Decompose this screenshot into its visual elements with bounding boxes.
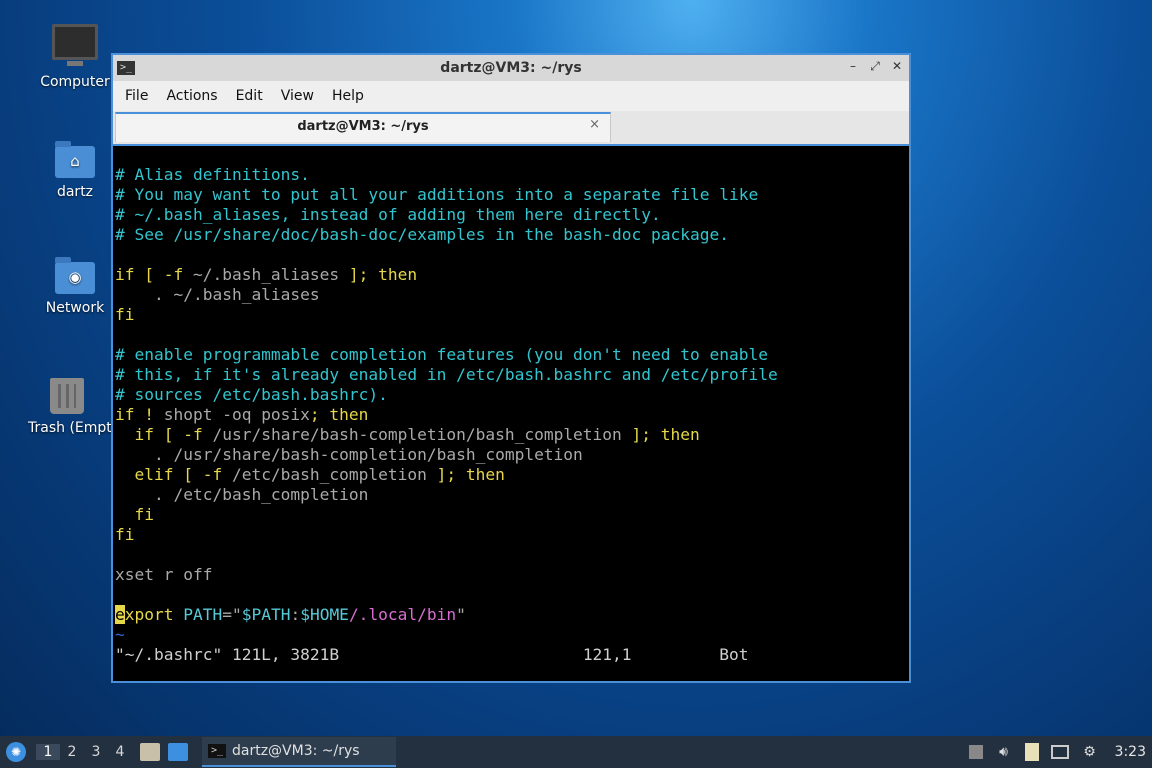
- code-line: . /etc/bash_completion: [115, 485, 369, 504]
- desktop-icon-label: Network: [45, 300, 105, 316]
- code-keyword: fi: [115, 525, 135, 544]
- code-line: # this, if it's already enabled in /etc/…: [115, 365, 778, 384]
- upload-tray-icon[interactable]: [968, 745, 983, 759]
- minimize-button[interactable]: –: [845, 59, 861, 74]
- desktop-icon-computer[interactable]: Computer: [27, 24, 123, 90]
- workspace-1[interactable]: 1: [36, 744, 60, 760]
- code-variable: $HOME: [300, 605, 349, 624]
- notification-icon[interactable]: ⚙︎: [1081, 744, 1099, 760]
- desktop-icon-label: dartz: [56, 184, 94, 200]
- show-desktop-icon[interactable]: [168, 743, 188, 761]
- code-line: # Alias definitions.: [115, 165, 310, 184]
- start-menu-icon[interactable]: ✺: [6, 742, 26, 762]
- code-keyword: ; then: [309, 405, 369, 424]
- desktop-icon-network[interactable]: ◉ Network: [27, 257, 123, 316]
- code-text: ": [456, 605, 466, 624]
- tab-close-icon[interactable]: ×: [589, 117, 600, 132]
- desktop-icon-home[interactable]: ⌂ dartz: [27, 141, 123, 200]
- maximize-button[interactable]: ⤢: [867, 59, 883, 74]
- workspace-4[interactable]: 4: [108, 744, 132, 760]
- code-text: shopt -oq posix: [163, 405, 310, 424]
- code-keyword: elif [ -f: [115, 465, 232, 484]
- code-text: /etc/bash_completion: [231, 465, 427, 484]
- code-line: # You may want to put all your additions…: [115, 185, 759, 204]
- taskbar-task-terminal[interactable]: >_ dartz@VM3: ~/rys: [202, 737, 396, 767]
- window-title: dartz@VM3: ~/rys: [440, 60, 582, 76]
- network-icon[interactable]: [1050, 745, 1069, 759]
- terminal-text: # Alias definitions. # You may want to p…: [113, 146, 909, 665]
- system-tray: 🔊︎ ⚙︎ 3:23: [968, 736, 1146, 768]
- terminal-content[interactable]: # Alias definitions. # You may want to p…: [113, 144, 909, 681]
- code-keyword: ]; then: [426, 465, 505, 484]
- menu-help[interactable]: Help: [323, 88, 373, 104]
- clock[interactable]: 3:23: [1115, 744, 1146, 760]
- code-text: ~/.bash_aliases: [192, 265, 340, 284]
- tab-terminal[interactable]: dartz@VM3: ~/rys ×: [115, 112, 611, 142]
- code-keyword: if [ -f: [115, 265, 193, 284]
- terminal-window[interactable]: >_ dartz@VM3: ~/rys – ⤢ ✕ File Actions E…: [111, 53, 911, 683]
- vim-status-scroll: Bot: [719, 645, 749, 664]
- workspace-2[interactable]: 2: [60, 744, 84, 760]
- code-keyword: fi: [115, 505, 154, 524]
- code-text: /usr/share/bash-completion/bash_completi…: [212, 425, 622, 444]
- code-line: # ~/.bash_aliases, instead of adding the…: [115, 205, 661, 224]
- code-keyword: ]; then: [339, 265, 418, 284]
- code-keyword: if [ -f: [115, 425, 213, 444]
- home-folder-icon: ⌂: [55, 141, 95, 178]
- trash-icon: [50, 378, 84, 414]
- file-manager-launcher-icon[interactable]: [140, 743, 160, 761]
- code-line: # sources /etc/bash.bashrc).: [115, 385, 388, 404]
- desktop-icon-trash[interactable]: Trash (Empt: [22, 378, 112, 436]
- menu-bar: File Actions Edit View Help: [113, 81, 909, 111]
- taskbar-task-label: dartz@VM3: ~/rys: [232, 743, 360, 759]
- code-line: . /usr/share/bash-completion/bash_comple…: [115, 445, 583, 464]
- workspace-3[interactable]: 3: [84, 744, 108, 760]
- computer-icon: [52, 24, 98, 66]
- terminal-task-icon: >_: [208, 744, 226, 758]
- vim-status-position: 121,1: [582, 645, 632, 664]
- network-folder-icon: ◉: [55, 257, 95, 294]
- code-text: :: [290, 605, 301, 624]
- code-line: xset r off: [115, 565, 213, 584]
- menu-actions[interactable]: Actions: [157, 88, 226, 104]
- vim-status-file: "~/.bashrc" 121L, 3821B: [115, 645, 340, 664]
- code-text: =": [222, 605, 242, 624]
- code-variable: $PATH: [241, 605, 291, 624]
- code-keyword: xport: [124, 605, 184, 624]
- clipboard-icon[interactable]: [1024, 743, 1039, 761]
- text-cursor: e: [115, 605, 125, 624]
- close-button[interactable]: ✕: [889, 59, 905, 74]
- menu-view[interactable]: View: [272, 88, 323, 104]
- code-string: /.local/bin: [348, 605, 457, 624]
- taskbar: ✺ 1 2 3 4 >_ dartz@VM3: ~/rys 🔊︎ ⚙︎ 3:23: [0, 736, 1152, 768]
- code-line: # enable programmable completion feature…: [115, 345, 768, 364]
- code-line: . ~/.bash_aliases: [115, 285, 320, 304]
- desktop-icon-label: Trash (Empt: [28, 420, 112, 436]
- menu-edit[interactable]: Edit: [227, 88, 272, 104]
- tab-bar: dartz@VM3: ~/rys ×: [113, 111, 909, 144]
- menu-file[interactable]: File: [116, 88, 157, 104]
- volume-icon[interactable]: 🔊︎: [995, 744, 1013, 760]
- code-keyword: ]; then: [621, 425, 700, 444]
- window-titlebar[interactable]: >_ dartz@VM3: ~/rys – ⤢ ✕: [113, 55, 909, 81]
- code-keyword: fi: [115, 305, 135, 324]
- empty-line-tilde: ~: [115, 625, 125, 644]
- tab-title: dartz@VM3: ~/rys: [297, 119, 429, 134]
- code-line: # See /usr/share/doc/bash-doc/examples i…: [115, 225, 729, 244]
- desktop-icon-label: Computer: [40, 74, 110, 90]
- code-keyword: if !: [115, 405, 164, 424]
- code-variable: PATH: [183, 605, 223, 624]
